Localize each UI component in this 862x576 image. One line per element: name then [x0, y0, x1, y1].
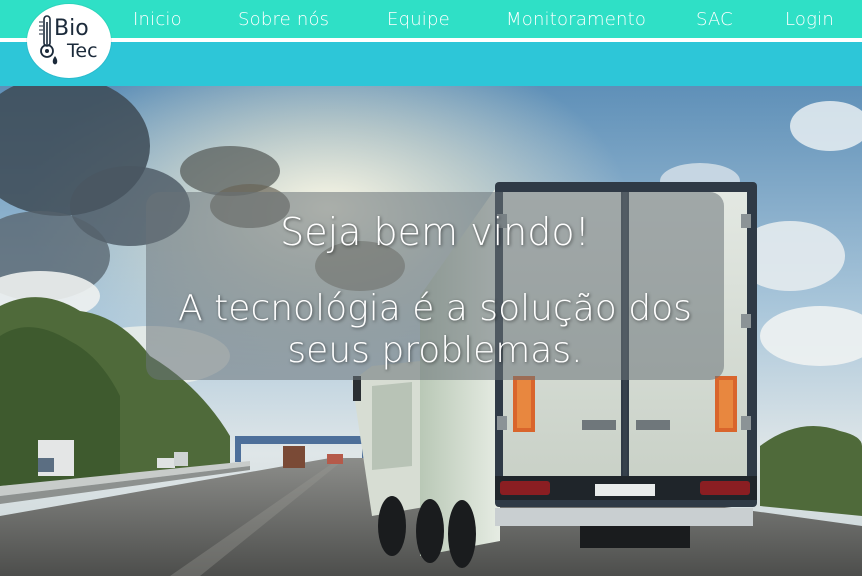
logo-word-tec: Tec	[67, 40, 98, 62]
nav-item-equipe[interactable]: Equipe	[387, 9, 450, 30]
site-header: Bio Tec Inicio Sobre nós Equipe Monitora…	[0, 0, 862, 86]
hero-tagline: A tecnológia é a solução dos seus proble…	[146, 288, 724, 372]
hero-heading: Seja bem vindo!	[280, 210, 590, 254]
main-nav: Inicio Sobre nós Equipe Monitoramento SA…	[0, 0, 862, 40]
nav-item-monitoramento[interactable]: Monitoramento	[506, 9, 646, 30]
nav-item-login[interactable]: Login	[785, 9, 834, 30]
nav-item-sac[interactable]: SAC	[696, 9, 733, 30]
hero-banner: Seja bem vindo! A tecnológia é a solução…	[0, 86, 862, 576]
nav-item-sobre-nos[interactable]: Sobre nós	[238, 9, 329, 30]
hero-tagline-line-2: seus problemas.	[287, 330, 583, 371]
nav-item-inicio[interactable]: Inicio	[133, 9, 182, 30]
hero-tagline-line-1: A tecnológia é a solução dos	[178, 288, 692, 329]
